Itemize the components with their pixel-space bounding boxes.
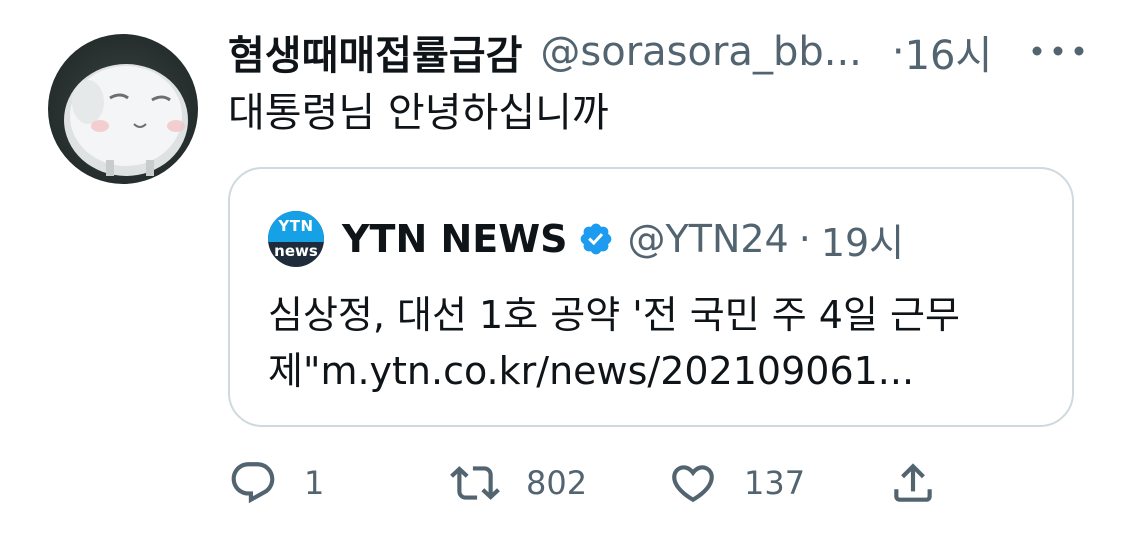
- ytn-avatar-sublabel: news: [274, 242, 318, 260]
- reply-count: 1: [304, 464, 325, 502]
- share-icon: [894, 463, 932, 502]
- retweet-icon: [450, 466, 500, 500]
- tweet-text: 대통령님 안녕하십니까: [228, 90, 609, 136]
- like-count: 137: [744, 464, 806, 502]
- retweet-count: 802: [526, 464, 588, 502]
- separator-dot: ·: [891, 29, 905, 75]
- reply-button[interactable]: 1: [228, 456, 324, 510]
- timestamp[interactable]: 16시: [905, 23, 993, 81]
- verified-badge-icon: [580, 223, 611, 255]
- heart-icon: [672, 465, 714, 503]
- separator-dot: ·: [798, 217, 811, 261]
- more-dots-icon[interactable]: [1030, 44, 1086, 58]
- tweet-header: 혐생때매접률급감 @sorasora_bb... · 16시: [228, 22, 992, 82]
- ytn-news-avatar[interactable]: YTN news: [268, 211, 324, 267]
- quoted-tweet[interactable]: YTN news YTN NEWS @YTN24 · 19시 심상정, 대선 1…: [228, 167, 1074, 427]
- quoted-tweet-text: 심상정, 대선 1호 공약 '전 국민 주 4일 근무제"m.ytn.co.kr…: [268, 293, 960, 393]
- action-bar: 1 802 137: [228, 456, 988, 510]
- quoted-user-handle[interactable]: @YTN24: [628, 217, 789, 261]
- tweet[interactable]: 혐생때매접률급감 @sorasora_bb... · 16시 대통령님 안녕하십…: [0, 0, 1125, 558]
- quoted-display-name[interactable]: YTN NEWS: [342, 217, 568, 261]
- display-name[interactable]: 혐생때매접률급감: [228, 23, 522, 81]
- share-button[interactable]: [888, 456, 938, 510]
- like-button[interactable]: 137: [668, 456, 805, 510]
- retweet-button[interactable]: 802: [450, 456, 587, 510]
- quoted-timestamp[interactable]: 19시: [821, 212, 904, 267]
- quoted-tweet-header: YTN news YTN NEWS @YTN24 · 19시: [268, 211, 904, 267]
- fluffy-creature-avatar[interactable]: [48, 34, 198, 184]
- reply-icon: [231, 462, 275, 504]
- user-handle[interactable]: @sorasora_bb...: [540, 29, 861, 75]
- ytn-avatar-label: YTN: [278, 217, 314, 235]
